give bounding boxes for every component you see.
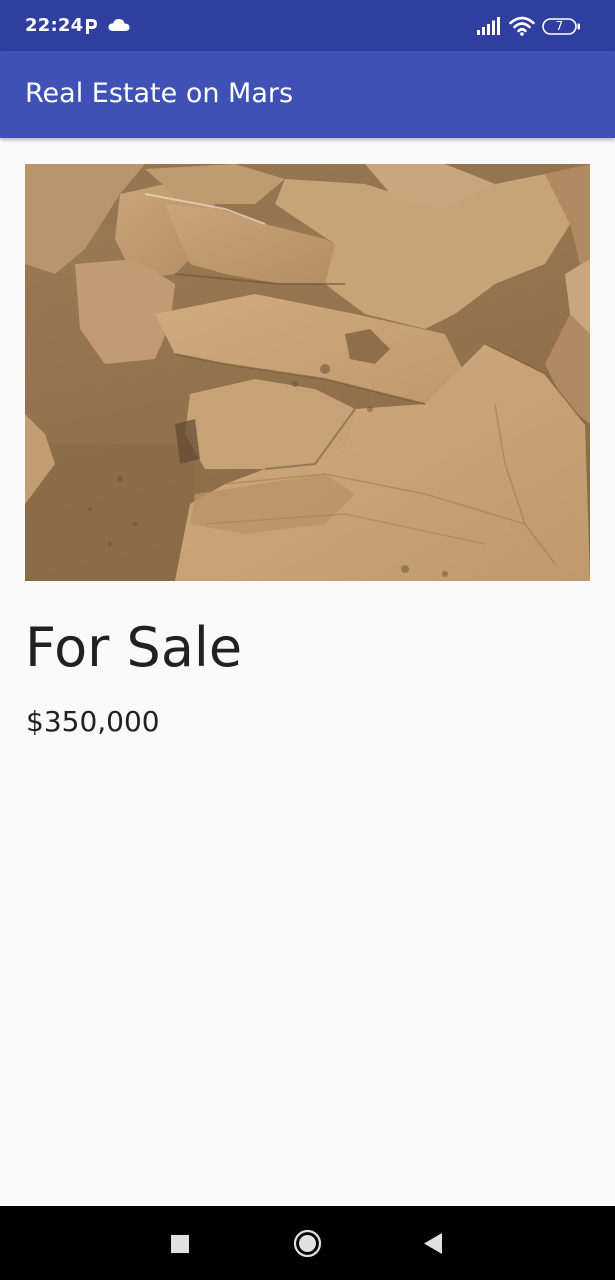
- property-photo: [25, 164, 590, 581]
- app-bar: Real Estate on Mars: [0, 51, 615, 138]
- property-detail: For Sale $350,000: [0, 138, 615, 1206]
- property-type-label: For Sale: [25, 616, 243, 679]
- property-price: $350,000: [26, 705, 160, 738]
- battery-level: 7: [555, 19, 564, 33]
- wifi-icon: [509, 16, 535, 36]
- status-time: 22:24: [25, 15, 84, 36]
- battery-icon: 7: [542, 18, 581, 35]
- parking-notification-icon: [86, 19, 97, 34]
- cloud-icon: [108, 18, 130, 31]
- navigation-bar: [0, 1206, 615, 1280]
- home-circle-icon[interactable]: [293, 1229, 322, 1258]
- signal-icon: [477, 17, 500, 35]
- app-title: Real Estate on Mars: [25, 78, 294, 109]
- recents-square-icon[interactable]: [171, 1235, 189, 1253]
- status-bar: 22:24 7: [0, 0, 615, 51]
- back-triangle-icon[interactable]: [424, 1233, 443, 1254]
